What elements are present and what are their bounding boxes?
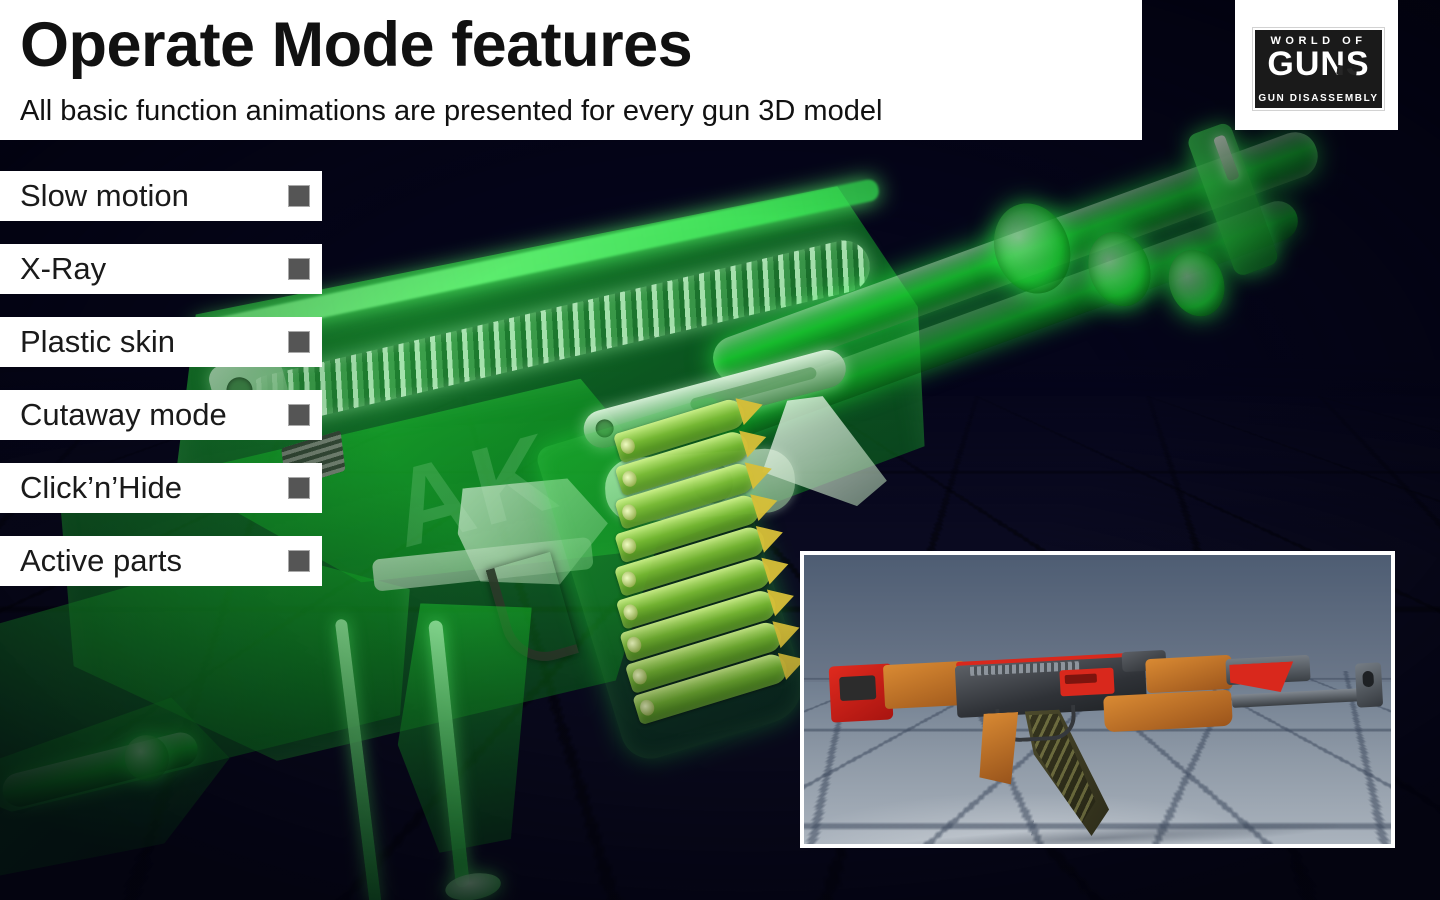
page-title: Operate Mode features xyxy=(20,10,693,80)
slide-root: AK xyxy=(0,0,1440,900)
feature-label: Click’n’Hide xyxy=(20,470,182,505)
pistol-grip xyxy=(976,712,1022,786)
receiver-cutaway-window xyxy=(1059,667,1115,697)
feature-item-cutaway-mode[interactable]: Cutaway mode xyxy=(0,390,322,440)
cutaway-inset-panel[interactable] xyxy=(800,551,1395,848)
square-marker-icon xyxy=(288,331,310,353)
feature-list: Slow motion X-Ray Plastic skin Cutaway m… xyxy=(0,171,322,609)
feature-item-x-ray[interactable]: X-Ray xyxy=(0,244,322,294)
inset-3d-viewport[interactable] xyxy=(804,555,1391,844)
front-sight-block xyxy=(1354,662,1384,708)
logo-main-text: GUNS xyxy=(1267,45,1370,83)
header-band: Operate Mode features All basic function… xyxy=(0,0,1142,140)
logo-sub-text: GUN DISASSEMBLY xyxy=(1258,93,1379,104)
feature-item-plastic-skin[interactable]: Plastic skin xyxy=(0,317,322,367)
feature-label: Plastic skin xyxy=(20,324,176,359)
page-subtitle: All basic function animations are presen… xyxy=(20,95,883,127)
square-marker-icon xyxy=(288,185,310,207)
feature-label: Active parts xyxy=(20,543,182,578)
square-marker-icon xyxy=(288,404,310,426)
feature-item-slow-motion[interactable]: Slow motion xyxy=(0,171,322,221)
rifle-shadow xyxy=(867,814,1339,844)
lower-handguard xyxy=(1103,689,1233,733)
cutaway-rifle-model[interactable] xyxy=(828,649,1388,844)
square-marker-icon xyxy=(288,258,310,280)
feature-label: Cutaway mode xyxy=(20,397,227,432)
feature-item-click-n-hide[interactable]: Click’n’Hide xyxy=(0,463,322,513)
feature-item-active-parts[interactable]: Active parts xyxy=(0,536,322,586)
square-marker-icon xyxy=(288,550,310,572)
brand-logo[interactable]: WORLD OF GUNS GUN DISASSEMBLY xyxy=(1235,0,1398,130)
upper-handguard xyxy=(1145,654,1233,694)
feature-label: X-Ray xyxy=(20,251,107,286)
square-marker-icon xyxy=(288,477,310,499)
logo-box: WORLD OF GUNS GUN DISASSEMBLY xyxy=(1253,28,1384,110)
feature-label: Slow motion xyxy=(20,178,189,213)
gas-block-cutaway xyxy=(1229,661,1294,694)
